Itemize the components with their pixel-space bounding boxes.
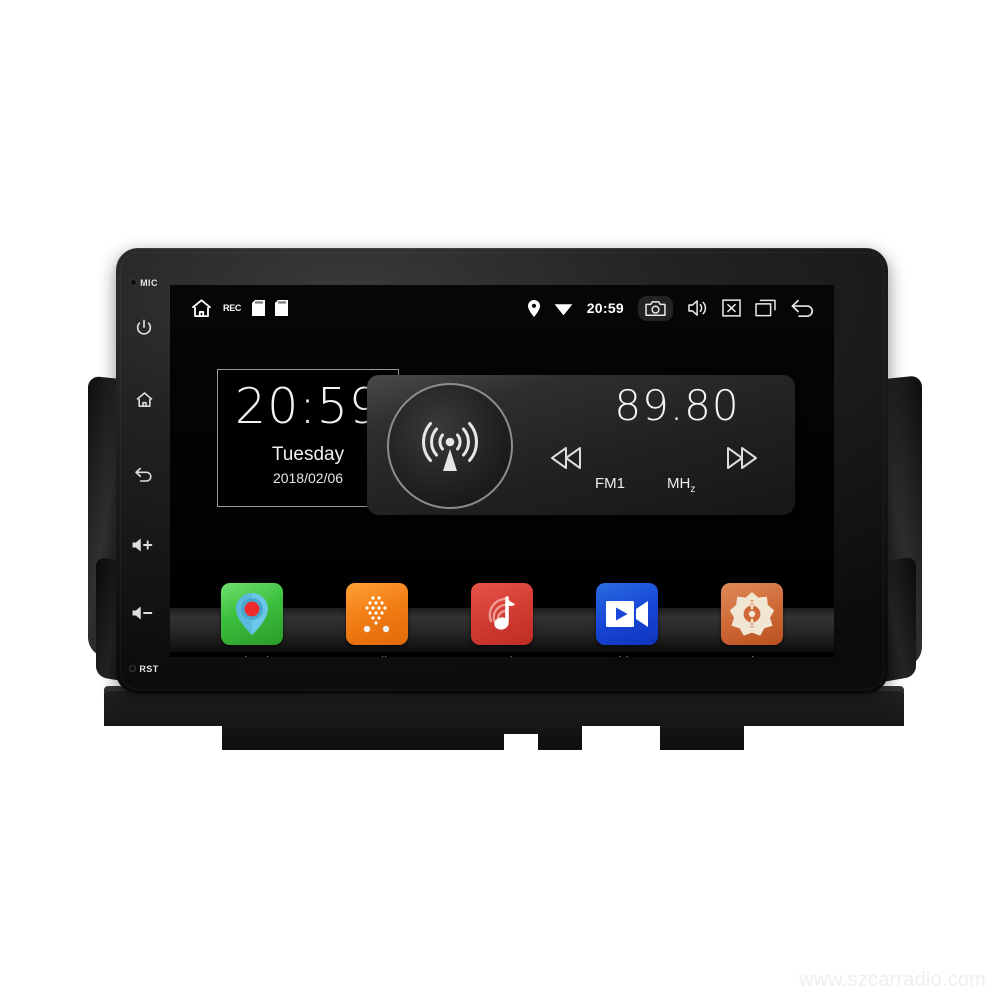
bracket-notch (744, 726, 904, 750)
radio-tower-icon (422, 422, 478, 471)
music-tile (470, 583, 533, 645)
bottom-mounting-bracket (104, 690, 904, 750)
app-label: Music (485, 654, 520, 657)
status-bar-right-group: 20:59 (527, 295, 834, 321)
rec-label: REC (223, 303, 242, 313)
volume-up-icon (132, 538, 153, 552)
reset-hole-icon (129, 665, 137, 673)
navigation-tile (221, 583, 284, 645)
radio-seek-down-button[interactable] (545, 441, 589, 475)
status-bar: REC 20:59 (170, 285, 834, 331)
home-icon[interactable] (190, 298, 213, 319)
map-pin-icon (236, 593, 269, 635)
speaker-grille-icon (363, 596, 390, 633)
app-label: Settings (727, 654, 776, 657)
sd-card-icon (252, 300, 266, 316)
volume-up-button[interactable] (116, 536, 172, 554)
volume-down-button[interactable] (116, 604, 172, 622)
bracket-notch (504, 734, 538, 750)
app-settings[interactable]: Settings (704, 583, 800, 657)
mic-hole-icon (130, 279, 138, 287)
radio-band-label: FM1 (595, 475, 625, 492)
product-photo-stage: MIC RST REC 20:59 20:59 Tuesday 2018/02/… (0, 0, 1000, 1000)
app-navigation[interactable]: Navigation (204, 583, 300, 657)
radio-widget[interactable]: 89.80 FM1 MHz (367, 375, 795, 515)
home-button[interactable] (116, 390, 172, 410)
radio-tile (346, 583, 409, 645)
radio-frequency: 89.80 (614, 381, 740, 430)
app-label: Video (610, 654, 644, 657)
bracket-notch (104, 726, 222, 750)
volume-down-icon (132, 606, 153, 620)
home-screen-desktop: 20:59 Tuesday 2018/02/06 89.80 FM1 MHz (170, 331, 834, 657)
recents-icon[interactable] (755, 299, 776, 317)
volume-icon[interactable] (687, 299, 708, 317)
power-icon (136, 319, 152, 335)
app-label: Radio (360, 654, 395, 657)
camera-icon[interactable] (638, 295, 673, 321)
left-bezel-controls: MIC RST (116, 248, 172, 694)
settings-tile (720, 583, 783, 645)
video-tile (595, 583, 658, 645)
video-camera-icon (605, 601, 648, 627)
sd-card-icon (275, 300, 289, 316)
music-note-icon (488, 596, 515, 630)
back-icon[interactable] (790, 298, 818, 319)
status-bar-left-group: REC (170, 298, 289, 319)
radio-unit-prefix: MH (667, 475, 691, 492)
close-box-icon[interactable] (722, 299, 741, 317)
reset-label: RST (139, 663, 159, 674)
radio-dial[interactable] (387, 383, 513, 509)
radio-unit-suffix: z (690, 484, 696, 495)
touchscreen-display[interactable]: REC 20:59 20:59 Tuesday 2018/02/06 89.80… (170, 285, 834, 657)
power-button[interactable] (116, 318, 172, 338)
app-radio[interactable]: Radio (329, 583, 425, 657)
radio-unit-label: MHz (667, 475, 695, 495)
site-watermark: www.szcarradio.com (799, 969, 986, 991)
gear-star-icon (729, 592, 774, 636)
location-pin-icon (527, 299, 540, 317)
app-launcher-row: Navigation (170, 583, 834, 657)
reset-pinhole[interactable]: RST (116, 660, 172, 678)
back-arrow-icon (135, 467, 152, 482)
mic-pinhole: MIC (116, 274, 172, 292)
app-video[interactable]: Video (579, 583, 675, 657)
app-music[interactable]: Music (454, 583, 550, 657)
back-button[interactable] (116, 463, 172, 483)
wifi-icon (554, 301, 573, 316)
radio-seek-up-button[interactable] (719, 441, 763, 475)
home-icon (135, 392, 153, 407)
mic-label: MIC (140, 277, 158, 288)
status-bar-clock: 20:59 (586, 300, 624, 316)
bracket-notch (582, 726, 660, 750)
app-label: Navigation (221, 654, 284, 657)
